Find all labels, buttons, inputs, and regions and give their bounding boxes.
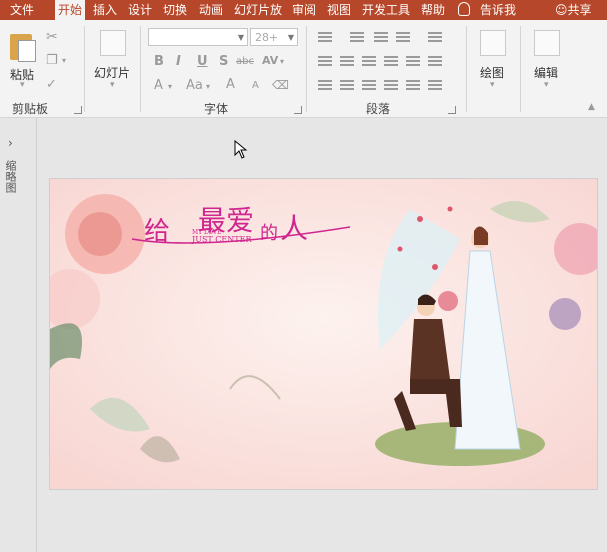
chevron-down-icon[interactable]: ▾: [544, 80, 549, 90]
cut-icon[interactable]: ✂: [46, 29, 58, 45]
strikethrough-button[interactable]: abc: [236, 56, 254, 67]
group-label-clipboard: 剪贴板: [12, 102, 49, 116]
thumbnail-pane: › 缩略图: [0, 118, 37, 552]
slide-title-part4[interactable]: 人: [280, 207, 308, 247]
group-label-font: 字体: [204, 102, 229, 116]
format-painter-icon[interactable]: ✓: [46, 77, 57, 92]
tab-design[interactable]: 设计: [125, 0, 155, 20]
chevron-down-icon[interactable]: ▾: [168, 82, 172, 91]
editing-label[interactable]: 编辑: [534, 64, 558, 81]
chevron-down-icon[interactable]: ▾: [206, 82, 210, 91]
bullets-icon[interactable]: [318, 30, 332, 44]
tab-home[interactable]: 开始: [55, 0, 85, 20]
smartart-icon[interactable]: [428, 78, 442, 92]
distributed-icon[interactable]: [406, 54, 420, 68]
line-spacing-icon[interactable]: [396, 30, 410, 44]
tab-developer[interactable]: 开发工具: [358, 0, 414, 20]
tell-me-label: 告诉我: [480, 3, 517, 17]
increase-font-size-button[interactable]: A: [226, 77, 235, 92]
group-label-paragraph: 段落: [366, 102, 391, 116]
dialog-launcher-icon[interactable]: [74, 106, 82, 114]
magnifier-icon[interactable]: [534, 30, 560, 56]
font-color-button[interactable]: A: [154, 78, 163, 93]
tab-review[interactable]: 审阅: [288, 0, 320, 20]
decrease-indent-icon[interactable]: [374, 30, 388, 44]
new-slide-label[interactable]: 幻灯片: [94, 64, 130, 81]
group-divider: [520, 26, 521, 112]
chevron-down-icon[interactable]: ▾: [20, 80, 25, 90]
dialog-launcher-icon[interactable]: [294, 106, 302, 114]
columns-icon[interactable]: [428, 30, 442, 44]
lightbulb-icon: [458, 2, 470, 16]
font-name-combobox[interactable]: ▼: [148, 28, 248, 46]
tab-view[interactable]: 视图: [324, 0, 354, 20]
clipboard-paste-icon[interactable]: [10, 34, 36, 62]
slide-subtitle-line2[interactable]: JUST CENTER: [192, 235, 251, 244]
change-case-button[interactable]: Aa: [186, 78, 203, 93]
decrease-font-size-button[interactable]: A: [252, 80, 259, 91]
italic-button[interactable]: I: [176, 54, 181, 69]
chevron-down-icon[interactable]: ▾: [110, 80, 115, 90]
copy-icon[interactable]: ❐: [46, 53, 58, 68]
align-left-icon[interactable]: [318, 54, 332, 68]
text-direction-icon[interactable]: [428, 54, 442, 68]
slide-canvas[interactable]: 给 最爱 的 人 MY LOVE JUST CENTER: [49, 178, 598, 490]
ribbon: 粘贴 ▾ ✂ ❐ ▾ ✓ 剪贴板 幻灯片 ▾ ▼ 28+ ▼ B I U S ab…: [0, 20, 607, 118]
justify-icon[interactable]: [384, 54, 398, 68]
tab-slideshow[interactable]: 幻灯片放映: [230, 0, 286, 37]
ribbon-tab-bar: 文件 开始 插入 设计 切换 动画 幻灯片放映 审阅 视图 开发工具 帮助 告诉…: [0, 0, 607, 37]
clear-formatting-icon[interactable]: ⌫: [272, 78, 289, 92]
numbering-icon[interactable]: [350, 30, 364, 44]
bouquet: [438, 291, 458, 311]
chevron-down-icon: ▼: [237, 33, 244, 42]
align-center-icon[interactable]: [340, 54, 354, 68]
justify-icon[interactable]: [384, 78, 398, 92]
drawing-label[interactable]: 绘图: [480, 64, 504, 81]
distributed-icon[interactable]: [406, 78, 420, 92]
tab-animation[interactable]: 动画: [195, 0, 227, 20]
group-divider: [140, 26, 141, 112]
share-label: 共享: [567, 3, 592, 17]
align-right-icon[interactable]: [362, 54, 376, 68]
tab-help[interactable]: 帮助: [417, 0, 449, 20]
slide-title-part1[interactable]: 给: [144, 211, 170, 248]
new-slide-icon[interactable]: [100, 30, 126, 56]
group-divider: [306, 26, 307, 112]
tab-file[interactable]: 文件: [4, 0, 40, 20]
chevron-down-icon[interactable]: ▾: [62, 56, 66, 65]
group-divider: [466, 26, 467, 112]
mouse-cursor-icon: [234, 140, 248, 159]
text-shadow-button[interactable]: S: [219, 54, 228, 69]
share-button[interactable]: ☺共享: [555, 0, 592, 20]
font-size-combobox[interactable]: 28+ ▼: [250, 28, 298, 46]
tell-me-search[interactable]: 告诉我: [458, 0, 516, 20]
chevron-down-icon[interactable]: ▾: [490, 80, 495, 90]
shapes-icon[interactable]: [480, 30, 506, 56]
group-divider: [84, 26, 85, 112]
tab-insert[interactable]: 插入: [89, 0, 121, 20]
align-center-icon[interactable]: [340, 78, 354, 92]
tab-transition[interactable]: 切换: [159, 0, 191, 20]
align-right-icon[interactable]: [362, 78, 376, 92]
character-spacing-button[interactable]: AV: [262, 54, 278, 67]
bold-button[interactable]: B: [154, 54, 164, 69]
slide-artwork: [50, 179, 597, 489]
expand-thumbnails-icon[interactable]: ›: [8, 136, 13, 150]
thumbnail-pane-label[interactable]: 缩略图: [4, 160, 18, 193]
chevron-down-icon[interactable]: ▾: [280, 57, 284, 66]
dialog-launcher-icon[interactable]: [448, 106, 456, 114]
font-size-value: 28+: [255, 31, 279, 44]
chevron-down-icon: ▼: [287, 33, 294, 42]
person-plus-icon: ☺: [555, 3, 568, 17]
underline-button[interactable]: U: [197, 54, 208, 69]
align-left-icon[interactable]: [318, 78, 332, 92]
slide-title-part3[interactable]: 的: [260, 219, 278, 245]
collapse-ribbon-icon[interactable]: ▲: [588, 102, 595, 112]
